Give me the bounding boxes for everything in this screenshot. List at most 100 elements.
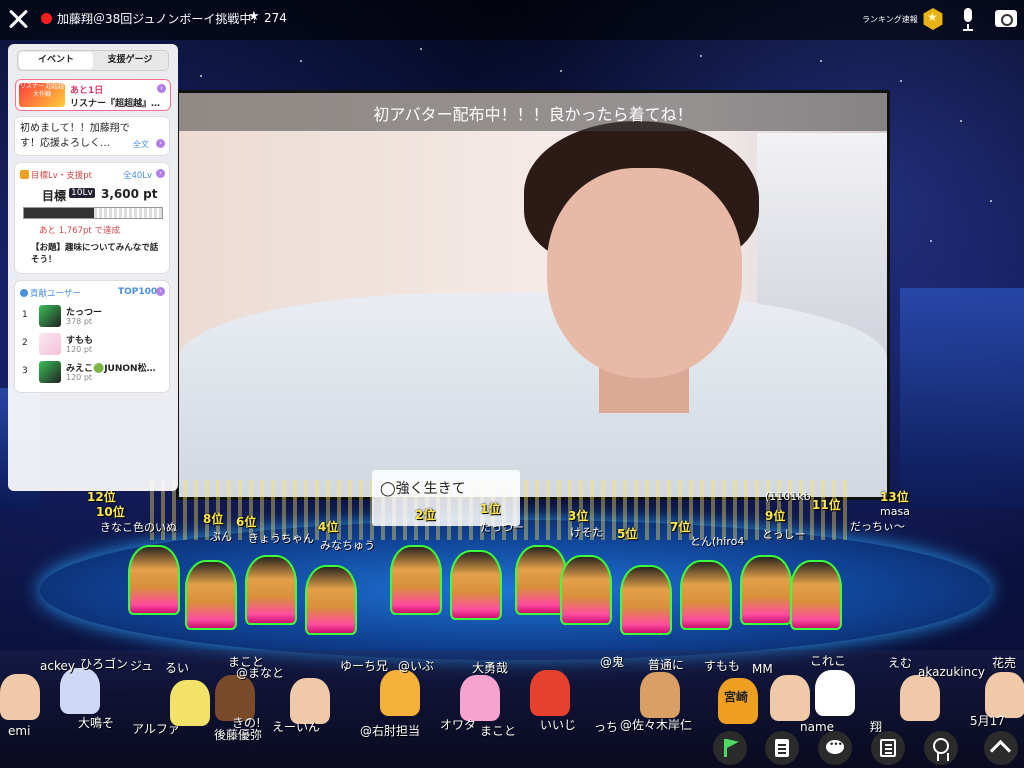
close-icon[interactable]: [6, 7, 30, 31]
stage-user-name: たっつー: [480, 521, 524, 534]
audience-avatar[interactable]: [815, 670, 855, 716]
stage-user-name: ぶん: [210, 530, 232, 543]
rank-label: 9位: [765, 509, 786, 523]
audience-name: 大鳴そ: [78, 716, 115, 730]
avatar-figure[interactable]: [450, 550, 502, 620]
audience-avatar[interactable]: [60, 668, 100, 714]
audience-name: ackey: [40, 659, 75, 673]
flag-button[interactable]: [713, 731, 747, 765]
audience-name: MM: [752, 662, 773, 676]
sign-text: 宮崎: [724, 690, 749, 704]
avatar-figure[interactable]: [560, 555, 612, 625]
document-button[interactable]: [765, 731, 799, 765]
stage-user-name: きなこ色のいぬ: [100, 521, 177, 534]
profile-message-card[interactable]: 初めまして！！加藤翔です！応援よろしく… 全文 ›: [15, 117, 169, 155]
stage-user-name: けそた: [570, 526, 603, 539]
read-more-link[interactable]: 全文: [133, 139, 149, 150]
chevron-right-icon: ›: [156, 287, 165, 296]
event-side-panel: イベント 支援ゲージ リスナー 超超越 大作戦 あと1日 リスナー『超超越』… …: [8, 44, 178, 491]
rank-label: 3位: [568, 509, 589, 523]
audience-name: これこ: [810, 654, 847, 668]
tab-support-gauge[interactable]: 支援ゲージ: [93, 52, 167, 69]
top100-link[interactable]: TOP100: [118, 287, 157, 297]
microphone-icon[interactable]: [961, 8, 975, 32]
avatar-figure[interactable]: [680, 560, 732, 630]
contributor-points: 120 pt: [66, 345, 93, 354]
contributor-row[interactable]: 3 みえこ🟢JUNON松… 120 pt: [15, 359, 169, 385]
audience-name: 普通に: [648, 658, 685, 672]
audience-avatar[interactable]: [640, 672, 680, 718]
avatar-figure[interactable]: [740, 555, 792, 625]
audience-name: アルファ: [132, 722, 180, 736]
chevron-right-icon: ›: [156, 139, 165, 148]
contributors-card[interactable]: 貢献ユーザー TOP100 › 1 たっつー 378 pt 2 すもも 120 …: [15, 281, 169, 392]
audience-name: えーいん: [272, 720, 321, 734]
rank-label: 1位: [480, 502, 501, 516]
contributors-header-text: 貢献ユーザー: [30, 289, 81, 299]
contributor-points: 120 pt: [66, 373, 93, 382]
avatar-figure[interactable]: [128, 545, 180, 615]
caption-bar: 初アバター配布中！！！良かったら着てね！: [179, 93, 887, 131]
contributor-row[interactable]: 1 たっつー 378 pt: [15, 303, 169, 329]
avatar-figure[interactable]: [620, 565, 672, 635]
avatar-figure[interactable]: [305, 565, 357, 635]
up-chevron-icon: [989, 739, 1012, 762]
event-card[interactable]: リスナー 超超越 大作戦 あと1日 リスナー『超超越』… ›: [15, 79, 171, 111]
comment-button[interactable]: [818, 731, 852, 765]
award-button[interactable]: [924, 731, 958, 765]
stage-user-name: みなちゅう: [320, 539, 375, 552]
stage-user-name: だっちぃ～: [850, 520, 905, 533]
tab-event[interactable]: イベント: [19, 52, 93, 69]
live-indicator-icon: [41, 13, 52, 24]
avatar: [39, 305, 61, 327]
goal-remaining: あと 1,767pt で達成: [39, 226, 120, 236]
comment-overlay-text: ◯強く生きて: [380, 481, 466, 497]
audience-avatar[interactable]: [770, 675, 810, 721]
audience-avatar[interactable]: [900, 675, 940, 721]
contributor-row[interactable]: 2 すもも 120 pt: [15, 331, 169, 357]
audience-name: 大勇哉: [472, 661, 509, 675]
avatar-figure[interactable]: [790, 560, 842, 630]
audience-name: @鬼: [600, 655, 625, 669]
rank-label: 13位: [880, 490, 909, 504]
expand-button[interactable]: [984, 731, 1018, 765]
stage-user-name: きょうちゃん: [248, 532, 314, 545]
stage-user-name: とん(hiro4: [690, 535, 745, 548]
audience-name: るい: [165, 661, 190, 675]
room-title[interactable]: 加藤翔＠38回ジュノンボーイ挑戦中！: [57, 10, 263, 27]
rank-badge-icon[interactable]: [923, 8, 943, 30]
audience-avatar[interactable]: [380, 670, 420, 716]
top-bar: 加藤翔＠38回ジュノンボーイ挑戦中！ ★ 274 ランキング速報: [0, 0, 1024, 40]
list-icon: [880, 739, 896, 757]
avatar-figure[interactable]: [185, 560, 237, 630]
rank-label: 8位: [203, 512, 224, 526]
rank-label: 10位: [96, 505, 125, 519]
avatar-figure[interactable]: [245, 555, 297, 625]
avatar: [39, 361, 61, 383]
profile-message: 初めまして！！加藤翔です！応援よろしく…: [20, 123, 130, 149]
audience-avatar[interactable]: [530, 670, 570, 716]
flag-icon: [724, 739, 727, 757]
event-name: リスナー『超超越』…: [70, 99, 161, 109]
list-button[interactable]: [871, 731, 905, 765]
audience-name: まこと: [480, 724, 517, 738]
event-thumbnail: リスナー 超超越 大作戦: [19, 83, 65, 107]
document-icon: [775, 739, 789, 757]
audience-name: @まなと: [236, 666, 285, 680]
audience-name: えむ: [888, 656, 913, 670]
goal-level-badge: 10Lv: [69, 188, 95, 198]
white-hoodie: [179, 293, 887, 497]
audience-name: ジュ: [130, 659, 154, 673]
audience-name: @いぶ: [398, 659, 435, 673]
audience-avatar[interactable]: [460, 675, 500, 721]
audience-avatar[interactable]: [0, 674, 40, 720]
avatar-figure[interactable]: [390, 545, 442, 615]
contributor-points: 378 pt: [66, 317, 93, 326]
goal-header: 目標Lv・支援pt: [20, 169, 92, 181]
goal-card[interactable]: 目標Lv・支援pt 全40Lv › 目標 10Lv 3,600 pt あと 1,…: [15, 163, 169, 273]
ranking-flash-label[interactable]: ランキング速報: [862, 14, 918, 25]
camera-icon[interactable]: [995, 10, 1017, 27]
stage-user-name: (1101kb: [765, 490, 811, 503]
goal-progress-fill: [24, 208, 95, 218]
audience-name: っち: [594, 720, 619, 734]
